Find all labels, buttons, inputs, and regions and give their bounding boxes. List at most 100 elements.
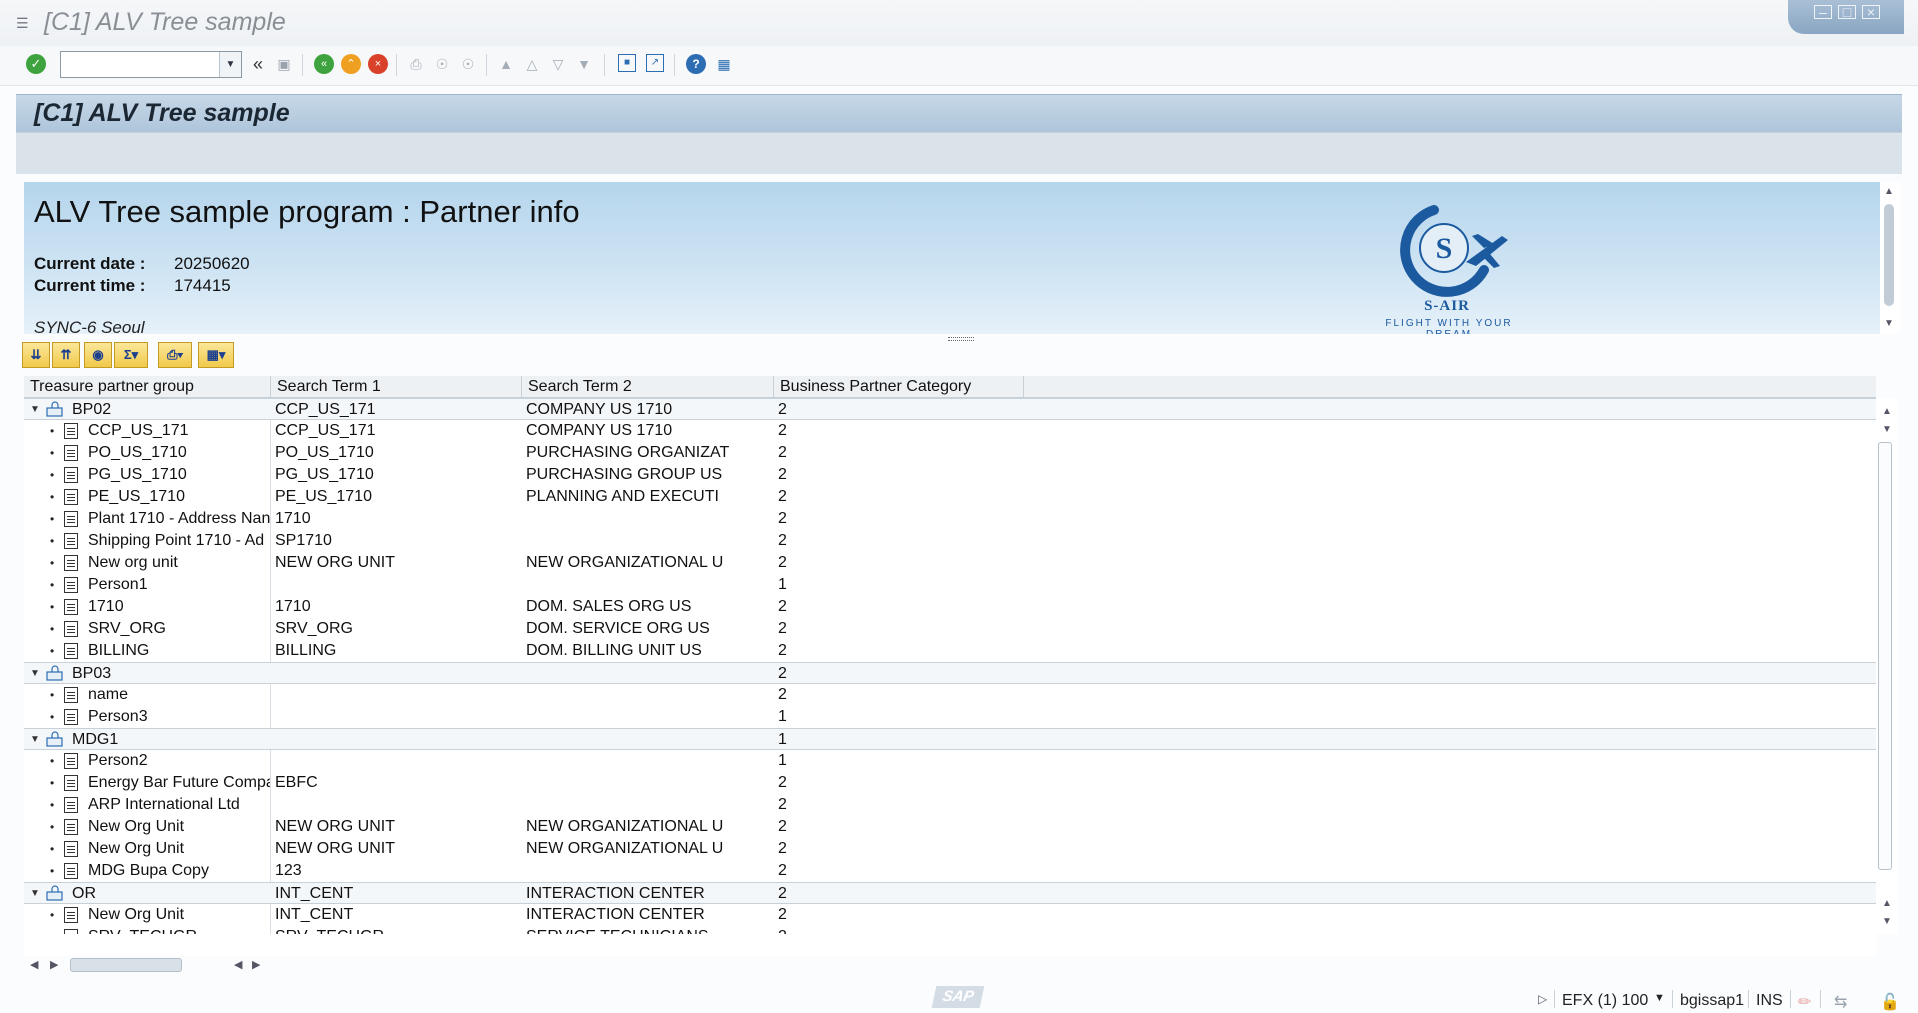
tree-item-row[interactable]: • New Org Unit NEW ORG UNIT NEW ORGANIZATIO… xyxy=(24,816,1876,838)
help-icon[interactable]: ? xyxy=(686,54,706,74)
find-icon[interactable]: ☉ xyxy=(432,54,452,74)
scroll-right-icon[interactable]: ▶ xyxy=(50,958,58,971)
tree-item-row[interactable]: • New org unit NEW ORG UNIT NEW ORGANIZATIO… xyxy=(24,552,1876,574)
tree-item-row[interactable]: • Shipping Point 1710 - Ad SP1710 2 xyxy=(24,530,1876,552)
tree-item-row[interactable]: • MDG Bupa Copy 123 2 xyxy=(24,860,1876,882)
scroll-down-icon[interactable]: ▼ xyxy=(1880,916,1894,928)
search-term-1-cell: PE_US_1710 xyxy=(275,488,372,505)
find-next-icon[interactable]: ☉ xyxy=(458,54,478,74)
sum-icon[interactable]: Σ▾ xyxy=(114,342,148,368)
screen-title: [C1] ALV Tree sample xyxy=(34,99,290,127)
column-header-search-term-2[interactable]: Search Term 2 xyxy=(522,376,774,398)
tree-group-row[interactable]: ▼ BP03 2 xyxy=(24,662,1876,684)
bp-category-cell: 2 xyxy=(778,554,787,571)
scroll-left-icon[interactable]: ◀ xyxy=(30,958,38,971)
minimize-icon[interactable]: – xyxy=(1814,5,1832,19)
search-term-1-cell: PG_US_1710 xyxy=(275,466,374,483)
search-term-1-cell: SRV_ORG xyxy=(275,620,353,637)
layout-icon[interactable]: ▦▾ xyxy=(198,342,234,368)
expand-all-icon[interactable]: ⇊ xyxy=(22,342,50,368)
shortcut-icon[interactable]: ↗ xyxy=(646,54,664,72)
scroll-right-icon[interactable]: ▶ xyxy=(252,958,260,971)
splitter-handle[interactable] xyxy=(948,337,974,341)
tree-group-row[interactable]: ▼ OR INT_CENT INTERACTION CENTER 2 xyxy=(24,882,1876,904)
collapse-all-icon[interactable]: ⇈ xyxy=(52,342,80,368)
banner-scroll-thumb[interactable] xyxy=(1884,204,1894,306)
expand-triangle-icon[interactable]: ▼ xyxy=(30,883,42,905)
search-term-2-cell xyxy=(522,729,774,751)
scroll-left-icon[interactable]: ◀ xyxy=(234,958,242,971)
banner-scrollbar[interactable]: ▲ ▼ xyxy=(1880,182,1900,334)
bp-category-cell: 2 xyxy=(778,686,787,703)
tree-item-row[interactable]: • Person3 1 xyxy=(24,706,1876,728)
insert-mode: INS xyxy=(1756,992,1783,1009)
grid-vertical-scrollbar[interactable]: ▲ ▼ ▲ ▼ xyxy=(1876,398,1898,934)
exit-icon[interactable]: ⌃ xyxy=(341,54,361,74)
command-dropdown-icon[interactable]: ▼ xyxy=(219,52,241,77)
expand-triangle-icon[interactable]: ▼ xyxy=(30,399,42,421)
find-binoculars-icon[interactable]: ◉ xyxy=(84,342,112,368)
search-term-2-cell: NEW ORGANIZATIONAL U xyxy=(526,840,724,857)
menu-icon[interactable]: ☰ xyxy=(16,16,32,30)
cancel-icon[interactable]: × xyxy=(368,54,388,74)
tree-item-row[interactable]: • Energy Bar Future Compa EBFC 2 xyxy=(24,772,1876,794)
tree-item-row[interactable]: • name 2 xyxy=(24,684,1876,706)
column-header-search-term-1[interactable]: Search Term 1 xyxy=(271,376,522,398)
tree-group-row[interactable]: ▼ MDG1 1 xyxy=(24,728,1876,750)
column-header-bp-category[interactable]: Business Partner Category xyxy=(774,376,1024,398)
previous-page-icon[interactable]: △ xyxy=(522,54,542,74)
command-field[interactable]: ▼ xyxy=(60,51,242,78)
tree-item-row[interactable]: • 1710 1710 DOM. SALES ORG US 2 xyxy=(24,596,1876,618)
tree-item-row[interactable]: • Person1 1 xyxy=(24,574,1876,596)
tree-item-row[interactable]: • ARP International Ltd 2 xyxy=(24,794,1876,816)
create-session-icon[interactable]: ■ xyxy=(618,54,636,72)
system-dropdown-icon[interactable]: ▼ xyxy=(1654,992,1665,1004)
tree-item-row[interactable]: • SRV_TECHGRSRV_TECHGR SERVICE TECHNICIANS… xyxy=(24,926,1876,934)
scroll-up-icon[interactable]: ▼ xyxy=(1880,424,1894,436)
grid-horizontal-scrollbar[interactable]: ◀ ▶ ◀ ▶ xyxy=(24,956,264,976)
scroll-up-icon[interactable]: ▲ xyxy=(1880,406,1894,418)
tree-item-row[interactable]: • PO_US_1710 PO_US_1710 PURCHASING ORGANIZA… xyxy=(24,442,1876,464)
bp-category-cell: 2 xyxy=(778,906,787,923)
window-controls: – □ × xyxy=(1788,0,1904,34)
partner-group-cell: • New Org Unit xyxy=(24,904,270,926)
expand-triangle-icon[interactable]: ▼ xyxy=(30,729,42,751)
status-expand-icon[interactable]: ▷ xyxy=(1538,992,1547,1006)
search-term-2-cell xyxy=(522,508,774,530)
customize-layout-icon[interactable]: ▦ xyxy=(714,54,734,74)
back-icon[interactable]: « xyxy=(314,54,334,74)
tree-group-row[interactable]: ▼ BP02 CCP_US_171 COMPANY US 1710 2 xyxy=(24,398,1876,420)
print-icon[interactable]: ⎙ xyxy=(406,54,426,74)
tree-item-row[interactable]: • PE_US_1710 PE_US_1710 PLANNING AND EXECUT… xyxy=(24,486,1876,508)
horizontal-scroll-thumb[interactable] xyxy=(70,958,182,972)
grid-scroll-thumb[interactable] xyxy=(1878,442,1892,870)
scroll-up-icon[interactable]: ▲ xyxy=(1884,186,1894,197)
enter-icon[interactable]: ✓ xyxy=(26,54,46,74)
tree-item-row[interactable]: • BILLING BILLING DOM. BILLING UNIT US 2 xyxy=(24,640,1876,662)
save-icon[interactable]: ▣ xyxy=(274,54,294,74)
partner-name: 1710 xyxy=(88,598,124,615)
scroll-down-icon[interactable]: ▼ xyxy=(1884,318,1894,329)
tree-bullet-icon: • xyxy=(50,534,55,548)
tree-item-row[interactable]: • Person2 1 xyxy=(24,750,1876,772)
column-header-partner-group[interactable]: Treasure partner group xyxy=(24,376,271,398)
tree-item-row[interactable]: • Plant 1710 - Address Nan 1710 2 xyxy=(24,508,1876,530)
tree-item-row[interactable]: • CCP_US_171 CCP_US_171 COMPANY US 1710 2 xyxy=(24,420,1876,442)
maximize-icon[interactable]: □ xyxy=(1838,5,1856,19)
first-page-icon[interactable]: ▲ xyxy=(496,54,516,74)
close-icon[interactable]: × xyxy=(1862,5,1880,19)
partner-group-cell: • Person2 xyxy=(24,750,270,772)
tree-item-row[interactable]: • SRV_ORG SRV_ORG DOM. SERVICE ORG US 2 xyxy=(24,618,1876,640)
tree-item-row[interactable]: • PG_US_1710 PG_US_1710 PURCHASING GROUP US… xyxy=(24,464,1876,486)
search-term-1-cell: SRV_TECHGR xyxy=(271,926,517,934)
expand-triangle-icon[interactable]: ▼ xyxy=(30,663,42,685)
scroll-down-icon[interactable]: ▲ xyxy=(1880,898,1894,910)
tree-item-row[interactable]: • New Org Unit NEW ORG UNIT NEW ORGANIZATIO… xyxy=(24,838,1876,860)
partner-group-cell: • CCP_US_171 xyxy=(24,420,270,442)
collapse-toolbar-icon[interactable]: « xyxy=(248,54,268,74)
last-page-icon[interactable]: ▼ xyxy=(574,54,594,74)
print-preview-icon[interactable]: ⎙▾ xyxy=(158,342,192,368)
tree-bullet-icon: • xyxy=(50,926,54,934)
next-page-icon[interactable]: ▽ xyxy=(548,54,568,74)
tree-item-row[interactable]: • New Org Unit INT_CENT INTERACTION CENTER 2 xyxy=(24,904,1876,926)
